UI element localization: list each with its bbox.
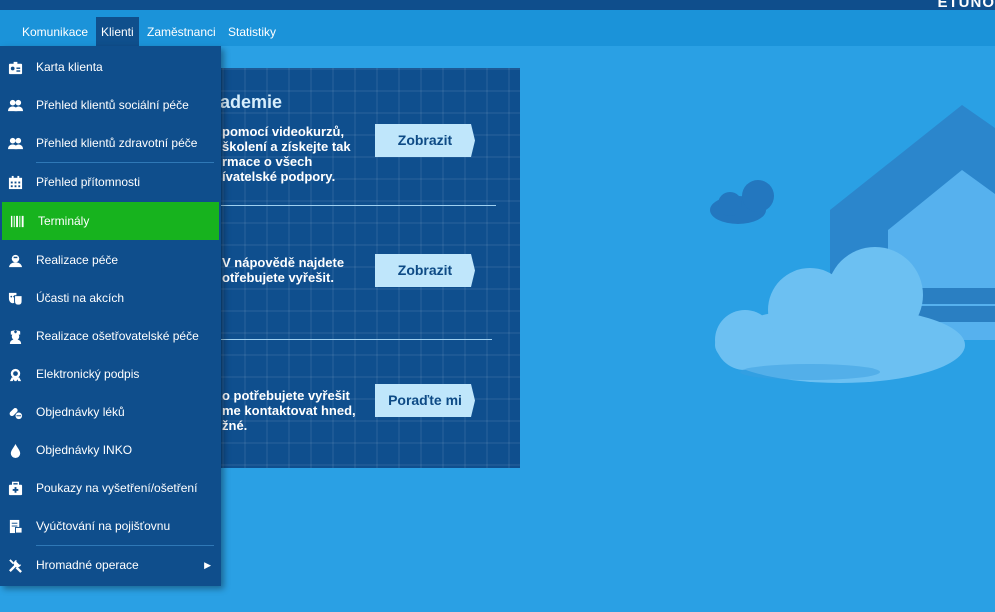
menu-item-label: Přehled přítomnosti: [36, 175, 141, 189]
show-help-button[interactable]: Zobrazit: [375, 254, 475, 287]
menu-item-label: Vyúčtování na pojišťovnu: [36, 519, 171, 533]
main-menu-bar: Komunikace Klienti Zaměstnanci Statistik…: [0, 10, 995, 47]
panel-divider: [220, 339, 492, 340]
menu-item-terminaly[interactable]: Terminály: [2, 202, 219, 240]
menu-item-label: Přehled klientů zdravotní péče: [36, 136, 198, 150]
tools-icon: [9, 558, 22, 573]
menu-item-label: Účasti na akcích: [36, 291, 125, 305]
menu-item-label: Karta klienta: [36, 60, 103, 74]
theater-masks-icon: [8, 292, 23, 306]
menu-item-prehled-zdravotni[interactable]: Přehled klientů zdravotní péče: [0, 124, 221, 162]
tab-zamestnanci[interactable]: Zaměstnanci: [142, 17, 221, 47]
menu-item-ucasti-na-akcich[interactable]: Účasti na akcích: [0, 279, 221, 317]
menu-item-label: Poukazy na vyšetření/ošetření: [36, 481, 198, 495]
menu-item-karta-klienta[interactable]: Karta klienta: [0, 48, 221, 86]
users-icon: [8, 99, 23, 111]
client-card-icon: [8, 61, 23, 74]
menu-item-realizace-pece[interactable]: Realizace péče: [0, 241, 221, 279]
menu-item-label: Terminály: [38, 214, 90, 228]
menu-item-label: Realizace ošetřovatelské péče: [36, 329, 199, 343]
menu-item-label: Realizace péče: [36, 253, 119, 267]
menu-item-prehled-pritomnosti[interactable]: Přehled přítomnosti: [0, 163, 221, 201]
panel-title: ademie: [220, 92, 283, 112]
nurse-icon: [9, 329, 22, 344]
submenu-arrow-icon: ▶: [204, 559, 211, 570]
billing-icon: [9, 519, 23, 534]
academy-panel: ademie pomocí videokurzů, školení a získ…: [200, 68, 520, 468]
menu-item-label: Hromadné operace: [36, 558, 139, 572]
menu-item-poukazy[interactable]: Poukazy na vyšetření/ošetření: [0, 469, 221, 507]
drop-icon: [10, 443, 21, 458]
panel-section-2-text: V nápovědě najdete otřebujete vyřešit.: [222, 255, 345, 285]
menu-item-label: Elektronický podpis: [36, 367, 140, 381]
panel-section-1-text: pomocí videokurzů, školení a získejte ta…: [222, 124, 351, 184]
menu-item-label: Přehled klientů sociální péče: [36, 98, 189, 112]
top-bar: ETUNO: [0, 0, 995, 11]
barcode-icon: [10, 215, 24, 227]
advise-me-button[interactable]: Poraďte mi: [375, 384, 475, 417]
panel-divider: [220, 205, 496, 206]
medkit-icon: [8, 481, 23, 495]
menu-item-elektronicky-podpis[interactable]: Elektronický podpis: [0, 355, 221, 393]
panel-section-3-text: o potřebujete vyřešit me kontaktovat hne…: [222, 388, 356, 433]
show-academy-button[interactable]: Zobrazit: [375, 124, 475, 157]
tab-komunikace[interactable]: Komunikace: [17, 17, 93, 47]
signature-icon: [9, 368, 22, 381]
users-icon: [8, 137, 23, 149]
menu-item-realizace-osetrovatelske[interactable]: Realizace ošetřovatelské péče: [0, 317, 221, 355]
menu-item-vyuctovani[interactable]: Vyúčtování na pojišťovnu: [0, 507, 221, 545]
menu-item-prehled-socialni[interactable]: Přehled klientů sociální péče: [0, 86, 221, 124]
menu-item-label: Objednávky INKO: [36, 443, 133, 457]
menu-item-objednavky-leku[interactable]: Objednávky léků: [0, 393, 221, 431]
menu-item-label: Objednávky léků: [36, 405, 125, 419]
calendar-icon: [8, 175, 23, 189]
brand-logo: ETUNO: [937, 0, 995, 11]
klienti-dropdown-menu: Karta klienta Přehled klientů sociální p…: [0, 46, 221, 586]
cloud-house-illustration: [710, 105, 995, 383]
tab-statistiky[interactable]: Statistiky: [223, 17, 281, 47]
pills-icon: [9, 407, 23, 419]
care-icon: [8, 254, 23, 267]
menu-item-hromadne-operace[interactable]: Hromadné operace ▶: [0, 546, 221, 584]
menu-item-objednavky-inko[interactable]: Objednávky INKO: [0, 431, 221, 469]
tab-klienti[interactable]: Klienti: [96, 17, 139, 47]
